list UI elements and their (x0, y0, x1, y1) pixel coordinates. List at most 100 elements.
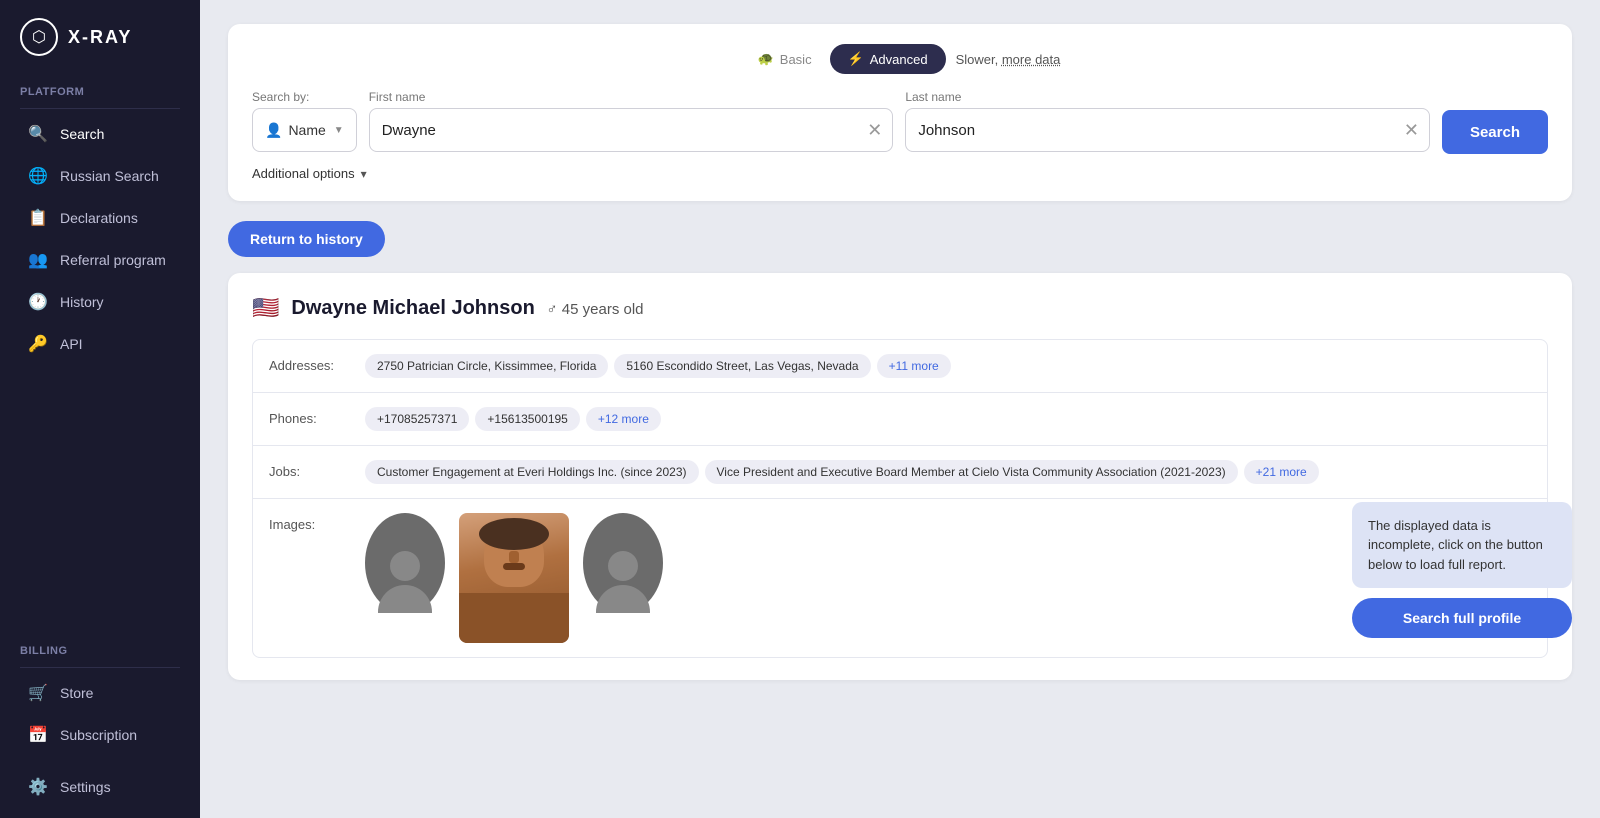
search-by-label: Search by: (252, 90, 357, 104)
billing-section-label: Billing (0, 631, 200, 663)
sidebar-item-russian-search-label: Russian Search (60, 168, 159, 184)
first-name-input-wrap: ✕ (369, 108, 894, 152)
avatar-body-2 (596, 585, 650, 613)
sidebar-divider-billing (20, 667, 180, 668)
phone-more-tag[interactable]: +12 more (586, 407, 661, 431)
subscription-icon: 📅 (28, 725, 48, 745)
search-full-profile-btn[interactable]: Search full profile (1352, 598, 1572, 638)
referral-icon: 👥 (28, 250, 48, 270)
basic-mode-icon: 🐢 (758, 51, 774, 67)
address-tag-1: 2750 Patrician Circle, Kissimmee, Florid… (365, 354, 608, 378)
first-name-label: First name (369, 90, 894, 104)
gender-age: ♂ 45 years old (546, 301, 643, 318)
basic-mode-label: Basic (780, 52, 812, 67)
last-name-input-wrap: ✕ (905, 108, 1430, 152)
sidebar-item-api[interactable]: 🔑 API (8, 324, 192, 364)
sidebar-item-declarations[interactable]: 📋 Declarations (8, 198, 192, 238)
country-flag: 🇺🇸 (252, 295, 279, 321)
sidebar-item-settings[interactable]: ⚙️ Settings (8, 767, 192, 807)
main-content: 🐢 Basic ⚡ Advanced Slower, more data Sea… (200, 0, 1600, 818)
slower-text: Slower, more data (956, 52, 1061, 67)
phone-tag-2: +15613500195 (475, 407, 579, 431)
sidebar-item-api-label: API (60, 336, 83, 352)
search-by-wrap: Search by: 👤 Name ▼ (252, 90, 357, 152)
images-values (365, 513, 663, 643)
logo-area: ⬡ X-RAY (0, 0, 200, 72)
search-icon: 🔍 (28, 124, 48, 144)
job-tag-1: Customer Engagement at Everi Holdings In… (365, 460, 699, 484)
sidebar-item-russian-search[interactable]: 🌐 Russian Search (8, 156, 192, 196)
advanced-mode-btn[interactable]: ⚡ Advanced (830, 44, 946, 74)
declarations-icon: 📋 (28, 208, 48, 228)
search-card: 🐢 Basic ⚡ Advanced Slower, more data Sea… (228, 24, 1572, 201)
images-label: Images: (269, 513, 349, 532)
results-area: Return to history 🇺🇸 Dwayne Michael John… (228, 221, 1572, 680)
sidebar-item-store[interactable]: 🛒 Store (8, 673, 192, 713)
result-header: 🇺🇸 Dwayne Michael Johnson ♂ 45 years old (252, 295, 1548, 321)
sidebar-divider-platform (20, 108, 180, 109)
addresses-row: Addresses: 2750 Patrician Circle, Kissim… (253, 340, 1547, 393)
basic-mode-btn[interactable]: 🐢 Basic (740, 44, 830, 74)
sidebar-item-search-label: Search (60, 126, 104, 142)
person-name: Dwayne Michael Johnson ♂ 45 years old (291, 297, 643, 320)
search-row: Search by: 👤 Name ▼ First name ✕ Last na… (252, 90, 1548, 154)
additional-options-chevron: ▾ (361, 167, 367, 181)
address-more-tag[interactable]: +11 more (877, 354, 951, 378)
phones-label: Phones: (269, 407, 349, 426)
logo-text: X-RAY (68, 27, 132, 48)
return-to-history-btn[interactable]: Return to history (228, 221, 385, 257)
person-icon: 👤 (265, 122, 282, 139)
advanced-mode-label: Advanced (870, 52, 928, 67)
mode-toggle: 🐢 Basic ⚡ Advanced Slower, more data (252, 44, 1548, 74)
last-name-label: Last name (905, 90, 1430, 104)
additional-options-label: Additional options (252, 166, 355, 181)
logo-icon: ⬡ (20, 18, 58, 56)
tooltip-text: The displayed data is incomplete, click … (1352, 502, 1572, 589)
sidebar-item-subscription[interactable]: 📅 Subscription (8, 715, 192, 755)
job-more-tag[interactable]: +21 more (1244, 460, 1319, 484)
sidebar: ⬡ X-RAY Platform 🔍 Search 🌐 Russian Sear… (0, 0, 200, 818)
sidebar-item-settings-label: Settings (60, 779, 111, 795)
more-data-link[interactable]: more data (1002, 52, 1061, 67)
api-icon: 🔑 (28, 334, 48, 354)
phones-values: +17085257371 +15613500195 +12 more (365, 407, 1531, 431)
last-name-clear-btn[interactable]: ✕ (1394, 120, 1429, 141)
jobs-row: Jobs: Customer Engagement at Everi Holdi… (253, 446, 1547, 499)
search-by-button[interactable]: 👤 Name ▼ (252, 108, 357, 152)
store-icon: 🛒 (28, 683, 48, 703)
first-name-wrap: First name ✕ (369, 90, 894, 152)
advanced-mode-icon: ⚡ (848, 51, 864, 67)
search-button[interactable]: Search (1442, 110, 1548, 154)
photo-placeholder (459, 513, 569, 643)
jobs-values: Customer Engagement at Everi Holdings In… (365, 460, 1531, 484)
avatar-body-1 (378, 585, 432, 613)
sidebar-item-referral[interactable]: 👥 Referral program (8, 240, 192, 280)
platform-section-label: Platform (0, 72, 200, 104)
sidebar-item-declarations-label: Declarations (60, 210, 138, 226)
first-name-input[interactable] (370, 122, 858, 139)
last-name-input[interactable] (906, 122, 1394, 139)
search-by-value: Name (288, 122, 325, 138)
globe-icon: 🌐 (28, 166, 48, 186)
address-tag-2: 5160 Escondido Street, Las Vegas, Nevada (614, 354, 870, 378)
history-icon: 🕐 (28, 292, 48, 312)
settings-icon: ⚙️ (28, 777, 48, 797)
sidebar-item-search[interactable]: 🔍 Search (8, 114, 192, 154)
additional-options[interactable]: Additional options ▾ (252, 166, 1548, 181)
sidebar-item-referral-label: Referral program (60, 252, 166, 268)
sidebar-item-history-label: History (60, 294, 104, 310)
sidebar-item-history[interactable]: 🕐 History (8, 282, 192, 322)
addresses-values: 2750 Patrician Circle, Kissimmee, Florid… (365, 354, 1531, 378)
jobs-label: Jobs: (269, 460, 349, 479)
job-tag-2: Vice President and Executive Board Membe… (705, 460, 1238, 484)
avatar-head-2 (608, 551, 638, 581)
search-full-tooltip-wrap: The displayed data is incomplete, click … (1352, 502, 1572, 639)
avatar-placeholder-2 (583, 513, 663, 613)
phones-row: Phones: +17085257371 +15613500195 +12 mo… (253, 393, 1547, 446)
phone-tag-1: +17085257371 (365, 407, 469, 431)
last-name-wrap: Last name ✕ (905, 90, 1430, 152)
addresses-label: Addresses: (269, 354, 349, 373)
avatar-head-1 (390, 551, 420, 581)
sidebar-item-subscription-label: Subscription (60, 727, 137, 743)
first-name-clear-btn[interactable]: ✕ (857, 120, 892, 141)
